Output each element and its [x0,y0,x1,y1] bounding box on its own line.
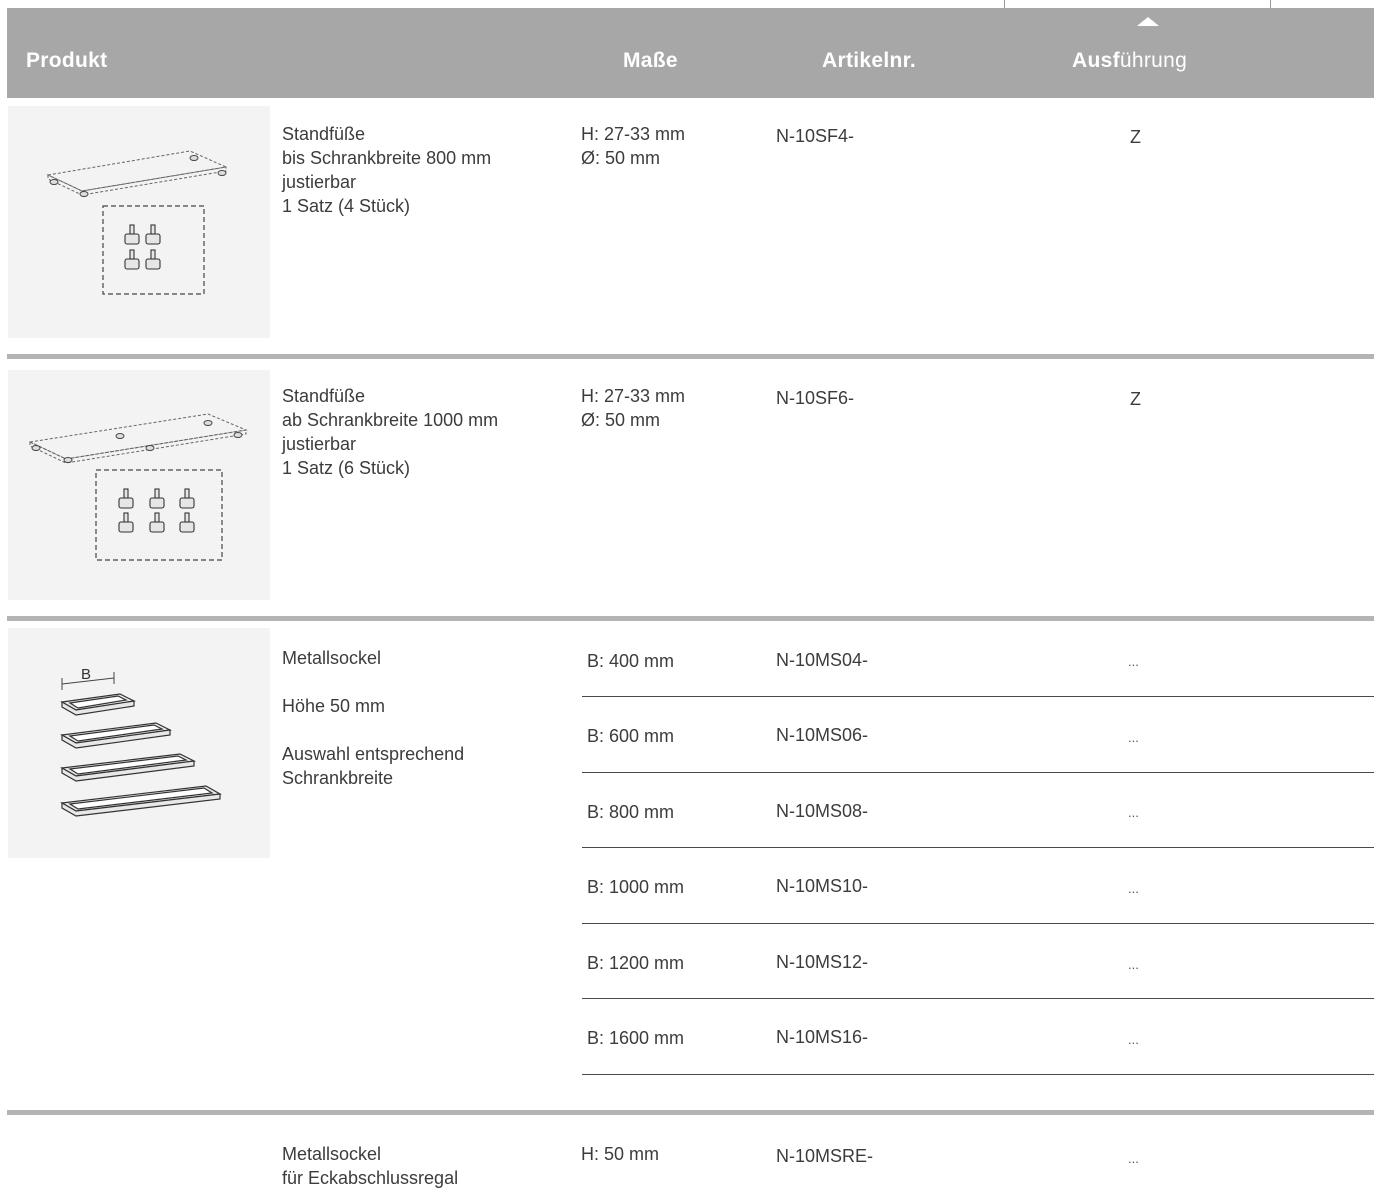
variant-ausfuehrung: ... [1128,881,1139,896]
variant-masse: B: 1000 mm [587,877,685,897]
variant-divider [582,772,1374,773]
product-description: Standfüße bis Schrankbreite 800 mm justi… [282,122,491,218]
description-line: 1 Satz (4 Stück) [282,196,411,216]
product-choice-note: Auswahl entsprechend Schrankbreite [282,742,464,790]
product-artikelnr[interactable]: N-10SF4- [776,124,854,148]
dimension-label-b: B [81,666,91,683]
variant-divider [582,847,1374,848]
choice-line: Auswahl entsprechend [282,744,465,764]
variant-divider [582,1074,1374,1075]
description-line: bis Schrankbreite 800 mm [282,148,492,168]
variant-masse: B: 600 mm [587,726,675,746]
column-header-masse[interactable]: Maße [623,49,678,73]
description-line: für Eckabschlussregal [282,1168,459,1188]
standfuesse-4-drawing [46,150,228,295]
variant-masse: B: 1600 mm [587,1028,685,1048]
variant-divider [582,923,1374,924]
column-header-ausfuehrung-light: ührung [1119,49,1188,72]
variant-ausfuehrung: ... [1128,654,1139,669]
description-line: justierbar [282,172,357,192]
variant-artikelnr[interactable]: N-10MS12- [776,950,868,974]
variant-artikelnr[interactable]: N-10MS08- [776,799,868,823]
column-header-ausfuehrung-bold: Ausf [1072,49,1120,72]
variant-ausfuehrung: ... [1128,805,1139,820]
row-separator [7,1110,1374,1115]
variant-ausfuehrung: ... [1128,1032,1139,1047]
column-header-ausfuehrung[interactable]: Ausführung [1072,49,1187,73]
description-line: 1 Satz (6 Stück) [282,458,411,478]
description-line: justierbar [282,434,357,454]
column-header-artikelnr[interactable]: Artikelnr. [822,49,916,73]
description-line: Metallsockel [282,1144,382,1164]
product-image-standfuesse-4 [8,106,270,338]
product-title: Metallsockel [282,648,382,668]
row-separator [7,616,1374,621]
product-masse: H: 50 mm [581,1142,659,1166]
variant-artikelnr[interactable]: N-10MS10- [776,874,868,898]
masse-line: Ø: 50 mm [581,148,661,168]
masse-line: Ø: 50 mm [581,410,661,430]
variant-ausfuehrung: ... [1128,957,1139,972]
variant-artikelnr[interactable]: N-10MS04- [776,648,868,672]
product-ausfuehrung: Z [1130,127,1141,147]
masse-line: H: 50 mm [581,1144,660,1164]
product-ausfuehrung: ... [1128,1151,1139,1166]
product-artikelnr[interactable]: N-10SF6- [776,386,854,410]
sort-ascending-icon[interactable] [1137,17,1159,26]
product-image-standfuesse-6 [8,370,270,600]
variant-artikelnr[interactable]: N-10MS16- [776,1025,868,1049]
table-header: Produkt Maße Artikelnr. Ausführung [7,8,1374,98]
variant-ausfuehrung: ... [1128,730,1139,745]
product-artikelnr[interactable]: N-10MSRE- [776,1144,873,1168]
choice-line: Schrankbreite [282,768,394,788]
product-masse: H: 27-33 mm Ø: 50 mm [581,384,685,432]
variant-divider [582,696,1374,697]
product-description: Metallsockel für Eckabschlussregal [282,1142,458,1190]
description-line: ab Schrankbreite 1000 mm [282,410,499,430]
variant-artikelnr[interactable]: N-10MS06- [776,723,868,747]
variant-masse: B: 800 mm [587,802,675,822]
variant-masse: B: 400 mm [587,651,675,671]
masse-line: H: 27-33 mm [581,124,686,144]
standfuesse-6-drawing [28,413,248,561]
description-line: Standfüße [282,124,366,144]
column-header-produkt[interactable]: Produkt [26,49,107,73]
product-image-metallsockel: B [8,628,270,858]
variant-divider [582,998,1374,999]
product-height-note: Höhe 50 mm [282,696,386,716]
active-tab-outline [1004,0,1271,8]
row-separator [7,354,1374,359]
metallsockel-drawing: B [60,666,222,817]
masse-line: H: 27-33 mm [581,386,686,406]
product-description: Standfüße ab Schrankbreite 1000 mm justi… [282,384,498,480]
product-masse: H: 27-33 mm Ø: 50 mm [581,122,685,170]
product-ausfuehrung: Z [1130,389,1141,409]
description-line: Standfüße [282,386,366,406]
variant-masse: B: 1200 mm [587,953,685,973]
